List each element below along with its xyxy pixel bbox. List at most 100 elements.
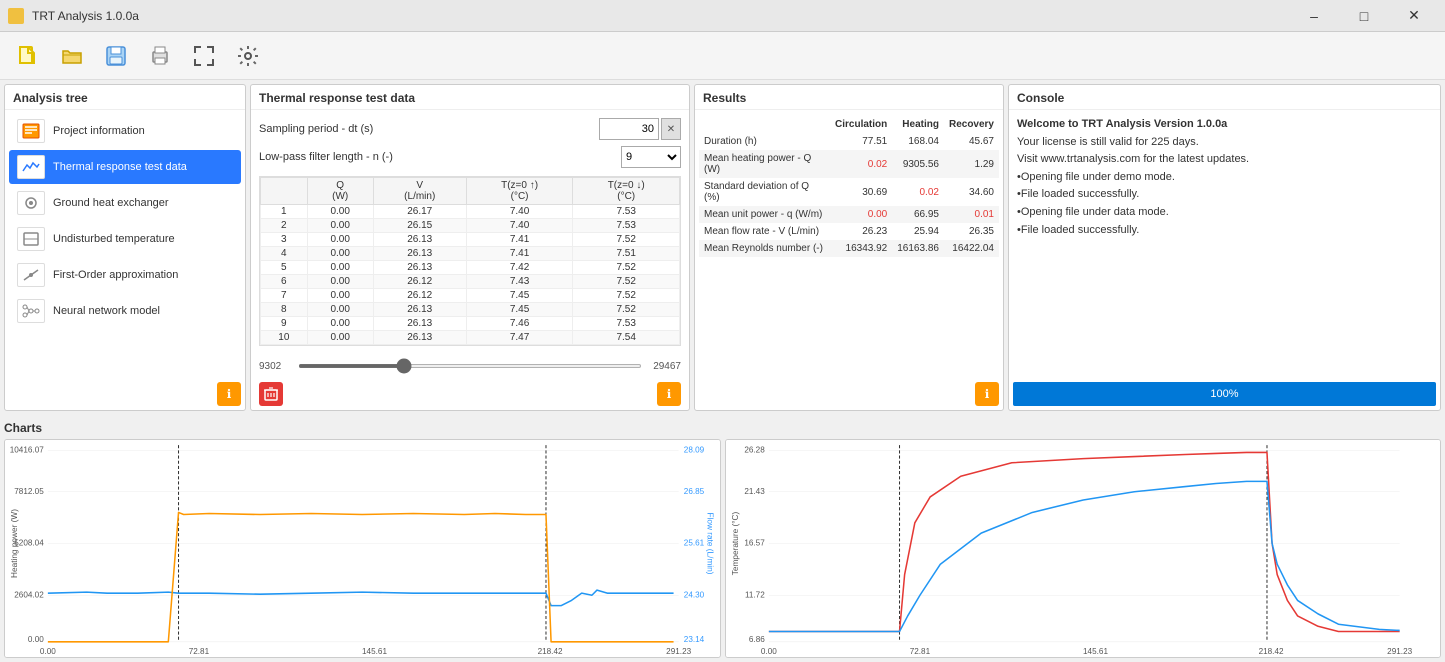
svg-text:6.86: 6.86 xyxy=(748,634,764,643)
svg-text:26.28: 26.28 xyxy=(744,445,765,454)
sidebar-item-undisturbed[interactable]: Undisturbed temperature xyxy=(9,222,241,256)
results-row-value: 25.94 xyxy=(892,223,944,240)
console-header: Console xyxy=(1009,85,1440,110)
svg-text:145.61: 145.61 xyxy=(1083,647,1108,656)
results-row-value: 0.01 xyxy=(944,206,999,223)
sampling-period-clear-btn[interactable]: ✕ xyxy=(661,118,681,140)
table-cell: 10 xyxy=(261,331,308,345)
svg-text:11.72: 11.72 xyxy=(744,590,764,599)
tree-info-button[interactable]: ℹ xyxy=(217,382,241,406)
minimize-button[interactable]: – xyxy=(1291,0,1337,32)
table-cell: 0.00 xyxy=(307,261,373,275)
table-cell: 7.40 xyxy=(466,219,573,233)
results-row-value: 0.00 xyxy=(830,206,892,223)
table-cell: 26.12 xyxy=(373,275,466,289)
results-row-value: 16422.04 xyxy=(944,240,999,257)
sampling-period-label: Sampling period - dt (s) xyxy=(259,123,373,135)
sidebar-item-neural-network[interactable]: Neural network model xyxy=(9,294,241,328)
table-row: 90.0026.137.467.53 xyxy=(261,317,680,331)
data-table-container: Q(W) V(L/min) T(z=0 ↑)(°C) T(z=0 ↓)(°C) … xyxy=(251,176,689,355)
progress-bar[interactable]: 100% xyxy=(1013,382,1436,406)
table-cell: 7.52 xyxy=(573,289,680,303)
main-layout: Analysis tree Project information Therma… xyxy=(0,80,1445,662)
open-button[interactable] xyxy=(52,37,92,75)
title-bar-left: TRT Analysis 1.0.0a xyxy=(8,8,139,24)
table-cell: 26.15 xyxy=(373,219,466,233)
analysis-tree-panel: Analysis tree Project information Therma… xyxy=(4,84,246,411)
table-row: Duration (h)77.51168.0445.67 xyxy=(699,133,999,150)
sidebar-item-project-info[interactable]: Project information xyxy=(9,114,241,148)
svg-text:28.09: 28.09 xyxy=(684,445,705,454)
results-row-value: 0.02 xyxy=(830,150,892,178)
sidebar-item-trt-data[interactable]: Thermal response test data xyxy=(9,150,241,184)
charts-header: Charts xyxy=(4,419,1441,439)
table-wrapper[interactable]: Q(W) V(L/min) T(z=0 ↑)(°C) T(z=0 ↓)(°C) … xyxy=(259,176,681,346)
table-cell: 3 xyxy=(261,233,308,247)
first-order-icon xyxy=(17,263,45,287)
table-row: 100.0026.137.477.54 xyxy=(261,331,680,345)
neural-network-icon xyxy=(17,299,45,323)
sampling-period-input-group: ✕ xyxy=(599,118,681,140)
results-info-button[interactable]: ℹ xyxy=(975,382,999,406)
results-row-label: Mean flow rate - V (L/min) xyxy=(699,223,830,240)
settings-button[interactable] xyxy=(228,37,268,75)
sidebar-item-first-order[interactable]: First-Order approximation xyxy=(9,258,241,292)
new-button[interactable] xyxy=(8,37,48,75)
chart-heating-power: 10416.07 7812.05 5208.04 2604.02 0.00 28… xyxy=(4,439,721,658)
table-row: 80.0026.137.457.52 xyxy=(261,303,680,317)
results-col-label xyxy=(699,116,830,133)
table-cell: 7.41 xyxy=(466,233,573,247)
table-cell: 0.00 xyxy=(307,219,373,233)
table-cell: 7.53 xyxy=(573,317,680,331)
trt-data-panel: Thermal response test data Sampling peri… xyxy=(250,84,690,411)
save-button[interactable] xyxy=(96,37,136,75)
table-cell: 26.13 xyxy=(373,247,466,261)
charts-container: 10416.07 7812.05 5208.04 2604.02 0.00 28… xyxy=(4,439,1441,658)
table-row: 40.0026.137.417.51 xyxy=(261,247,680,261)
table-row: 30.0026.137.417.52 xyxy=(261,233,680,247)
table-cell: 0.00 xyxy=(307,205,373,219)
trt-info-button[interactable]: ℹ xyxy=(657,382,681,406)
print-button[interactable] xyxy=(140,37,180,75)
results-row-value: 26.35 xyxy=(944,223,999,240)
range-slider[interactable] xyxy=(298,364,642,368)
results-row-value: 66.95 xyxy=(892,206,944,223)
svg-text:291.23: 291.23 xyxy=(666,647,691,656)
sidebar-item-ground-heat[interactable]: Ground heat exchanger xyxy=(9,186,241,220)
console-message: Your license is still valid for 225 days… xyxy=(1017,134,1432,152)
table-cell: 7.52 xyxy=(573,275,680,289)
fit-button[interactable] xyxy=(184,37,224,75)
analysis-tree-header: Analysis tree xyxy=(5,85,245,110)
chart-temperature: 26.28 21.43 16.57 11.72 6.86 0.00 xyxy=(725,439,1442,658)
table-cell: 6 xyxy=(261,275,308,289)
delete-icon xyxy=(264,387,278,401)
results-row-value: 9305.56 xyxy=(892,150,944,178)
ground-heat-icon xyxy=(17,191,45,215)
table-row: Standard deviation of Q (%)30.690.0234.6… xyxy=(699,178,999,206)
svg-text:0.00: 0.00 xyxy=(760,647,776,656)
console-footer: 100% xyxy=(1009,378,1440,410)
svg-text:Flow rate (L/min): Flow rate (L/min) xyxy=(705,512,714,574)
trt-delete-button[interactable] xyxy=(259,382,283,406)
filter-length-dropdown[interactable]: 9 3 5 11 xyxy=(621,146,681,168)
slider-max-label: 29467 xyxy=(646,361,681,372)
project-info-icon xyxy=(17,119,45,143)
maximize-button[interactable]: □ xyxy=(1341,0,1387,32)
table-cell: 0.00 xyxy=(307,233,373,247)
table-cell: 7.54 xyxy=(573,331,680,345)
table-cell: 7.52 xyxy=(573,233,680,247)
table-cell: 7.51 xyxy=(573,247,680,261)
table-cell: 0.00 xyxy=(307,303,373,317)
col-header-v: V(L/min) xyxy=(373,178,466,205)
table-cell: 0.00 xyxy=(307,247,373,261)
results-col-recovery: Recovery xyxy=(944,116,999,133)
table-cell: 7.52 xyxy=(573,303,680,317)
print-icon xyxy=(148,44,172,68)
title-bar-controls: – □ ✕ xyxy=(1291,0,1437,32)
sampling-period-input[interactable] xyxy=(599,118,659,140)
table-cell: 26.13 xyxy=(373,303,466,317)
close-button[interactable]: ✕ xyxy=(1391,0,1437,32)
results-row-value: 0.02 xyxy=(892,178,944,206)
trt-data-header: Thermal response test data xyxy=(251,85,689,110)
trt-data-icon xyxy=(17,155,45,179)
